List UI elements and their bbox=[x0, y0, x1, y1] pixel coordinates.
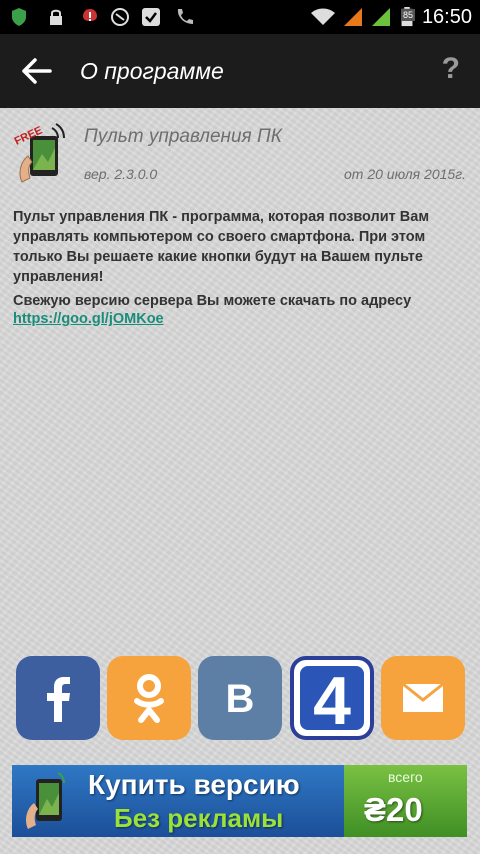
about-content: FREE Пульт управления ПК вер. 2.3.0.0 от… bbox=[0, 108, 480, 854]
odnoklassniki-button[interactable] bbox=[107, 656, 191, 740]
facebook-icon bbox=[47, 677, 70, 722]
svg-text:B: B bbox=[226, 677, 255, 721]
battery-level: 85 bbox=[401, 9, 416, 21]
price-label: всего bbox=[388, 769, 423, 785]
status-bar: 85 16:50 bbox=[0, 0, 480, 34]
shield-icon bbox=[12, 8, 26, 26]
alert-icon bbox=[83, 9, 97, 21]
phone-icon bbox=[177, 9, 193, 24]
vkontakte-icon: B bbox=[226, 677, 255, 721]
vkontakte-button[interactable]: B bbox=[198, 656, 282, 740]
svg-text:4: 4 bbox=[313, 663, 351, 739]
server-download-link[interactable]: https://goo.gl/jOMKoe bbox=[13, 311, 164, 327]
app-release-date: от 20 июля 2015г. bbox=[343, 166, 466, 182]
help-button[interactable]: ? bbox=[442, 52, 460, 86]
signal-icon bbox=[372, 8, 390, 26]
envelope-icon bbox=[402, 682, 444, 712]
lock-icon bbox=[50, 9, 62, 25]
buy-subtitle: Без рекламы bbox=[114, 803, 284, 833]
buy-title: Купить версию bbox=[88, 769, 300, 800]
back-arrow-icon[interactable] bbox=[20, 55, 54, 87]
buy-pro-banner[interactable]: Купить версию Без рекламы всего ₴20 bbox=[12, 765, 467, 837]
app-bar: О программе ? bbox=[0, 34, 480, 108]
app-name: Пульт управления ПК bbox=[84, 126, 282, 147]
clock: 16:50 bbox=[421, 6, 472, 28]
page-title: О программе bbox=[80, 58, 224, 84]
whatsapp-icon bbox=[111, 8, 129, 26]
app-logo-icon: FREE bbox=[13, 123, 65, 183]
check-icon bbox=[142, 8, 160, 26]
4pda-button[interactable]: 4 bbox=[290, 656, 374, 740]
price-box: всего ₴20 bbox=[344, 765, 467, 837]
app-version: вер. 2.3.0.0 bbox=[84, 166, 158, 182]
wifi-icon bbox=[311, 8, 335, 25]
odnoklassniki-icon bbox=[134, 674, 164, 723]
app-description: Пульт управления ПК - программа, которая… bbox=[13, 209, 430, 285]
4pda-icon: 4 bbox=[294, 660, 370, 739]
server-download-text: Свежую версию сервера Вы можете скачать … bbox=[13, 293, 412, 309]
signal-icon bbox=[344, 8, 362, 26]
email-button[interactable] bbox=[381, 656, 465, 740]
price-value: ₴20 bbox=[364, 791, 423, 828]
app-logo-icon bbox=[26, 772, 65, 829]
facebook-button[interactable] bbox=[16, 656, 100, 740]
